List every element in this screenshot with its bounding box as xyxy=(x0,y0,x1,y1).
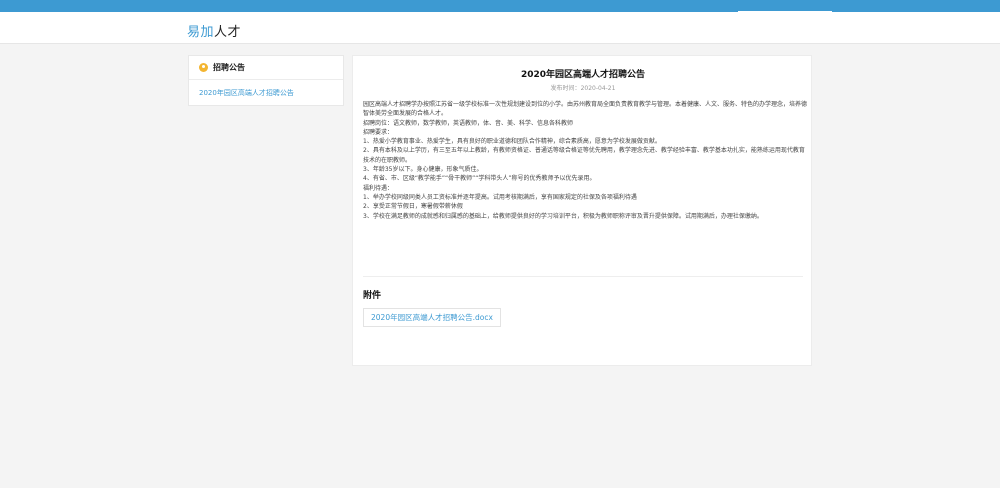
article-paragraph: 福利待遇： xyxy=(363,184,394,192)
attachments-heading: 附件 xyxy=(363,291,382,301)
sidebar-header: 招聘公告 xyxy=(189,56,343,80)
divider xyxy=(363,276,803,277)
brand-part1: 易加 xyxy=(187,25,215,40)
article-paragraph: 3、学校在满足教师的成就感和归属感的基础上，给教师提供良好的学习培训平台，积极为… xyxy=(363,212,763,220)
attachment-file-link[interactable]: 2020年园区高端人才招聘公告.docx xyxy=(363,308,501,327)
announcement-icon xyxy=(199,63,208,72)
sidebar-item-recruitment[interactable]: 2020年园区高端人才招聘公告 xyxy=(189,80,343,98)
publish-date-value: 2020-04-21 xyxy=(580,85,616,92)
sidebar-title: 招聘公告 xyxy=(213,63,245,72)
article-paragraph: 2、具有本科及以上学历，有三至五年以上教龄，有教师资格证、普通话等级合格证等优先… xyxy=(363,147,805,164)
article-paragraph: 4、有省、市、区级“教学能手”“骨干教师”“学科带头人”称号的优秀教师予以优先录… xyxy=(363,175,596,183)
article-paragraph: 2、享受正常节假日，寒暑假带薪休假 xyxy=(363,203,463,211)
article-body: 园区高端人才招聘学办按照江苏省一级学校标准一次性规划建设到位的小学。由苏州教育局… xyxy=(363,100,808,221)
article-paragraph: 招聘要求： xyxy=(363,128,394,136)
article-panel: 2020年园区高端人才招聘公告 发布时间：2020-04-21 园区高端人才招聘… xyxy=(352,55,812,366)
top-bar xyxy=(0,0,1000,13)
article-paragraph: 园区高端人才招聘学办按照江苏省一级学校标准一次性规划建设到位的小学。由苏州教育局… xyxy=(363,101,808,118)
sidebar: 招聘公告 2020年园区高端人才招聘公告 xyxy=(188,55,344,106)
publish-date-label: 发布时间： xyxy=(550,85,581,92)
article-paragraph: 1、热爱小学教育事业、热爱学生，具有良好的职业道德和团队合作精神，综合素质高，愿… xyxy=(363,138,661,146)
article-paragraph: 1、举办学校同级同类人员工资标准并逐年提高。试用考核期满后，享有国家规定的社保及… xyxy=(363,193,637,201)
article-title: 2020年园区高端人才招聘公告 xyxy=(520,70,646,80)
brand-part2: 人才 xyxy=(214,25,242,40)
article-paragraph: 3、年龄35岁以下。身心健康，形象气质佳。 xyxy=(363,166,483,174)
brand-logo[interactable]: 易加人才 xyxy=(187,21,241,40)
article-paragraph: 招聘岗位：语文教师，数学教师，英语教师，体、音、美、科学、信息各科教师 xyxy=(363,119,574,127)
publish-date: 发布时间：2020-04-21 xyxy=(353,83,813,92)
header: 易加人才 xyxy=(0,12,1000,44)
